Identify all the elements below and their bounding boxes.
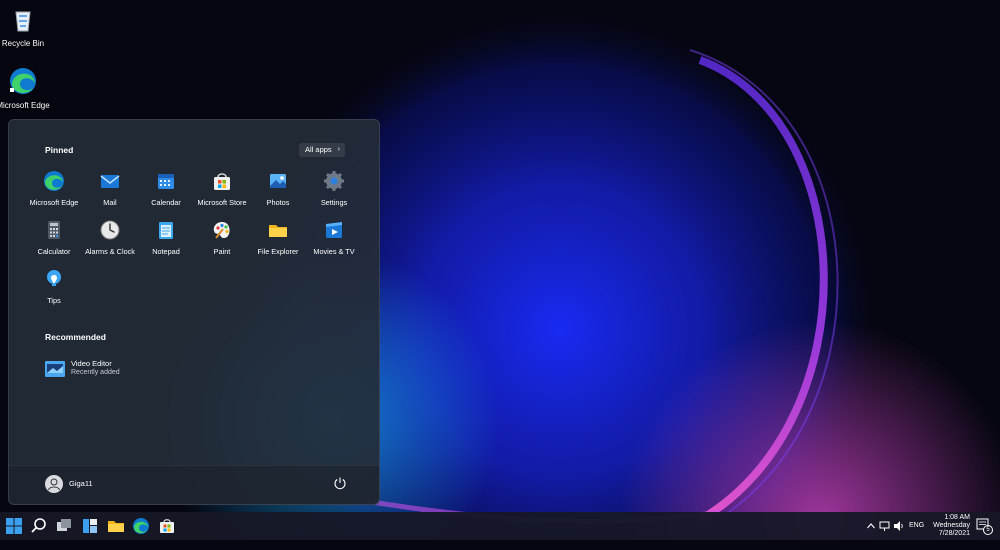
recommended-item-title: Video Editor [71,359,112,368]
avatar[interactable] [45,475,63,493]
pinned-app-label: File Explorer [257,247,299,256]
pinned-app-label: Tips [47,296,61,305]
pinned-app-settings[interactable]: Settings [306,170,362,207]
all-apps-label: All apps [305,145,332,154]
clock-time: 1:08 AM [944,514,970,521]
pinned-app-alarms-clock[interactable]: Alarms & Clock [82,219,138,256]
pinned-app-tips[interactable]: Tips [26,268,82,305]
pinned-app-label: Microsoft Edge [29,198,79,207]
mail-icon [100,175,120,188]
pinned-app-label: Movies & TV [313,247,355,256]
widgets-icon[interactable] [80,516,100,536]
pinned-app-microsoft-store[interactable]: Microsoft Store [194,170,250,207]
taskbar: ENG 1:08 AM Wednesday 7/28/2021 5 [0,512,1000,540]
pinned-app-label: Settings [320,198,348,207]
edge-icon[interactable] [131,516,151,536]
pinned-app-calculator[interactable]: Calculator [26,219,82,256]
pinned-app-file-explorer[interactable]: File Explorer [250,219,306,256]
folder-icon [269,225,287,237]
pinned-app-mail[interactable]: Mail [82,170,138,207]
notification-badge: 5 [983,525,993,535]
video-editor-icon [45,361,65,377]
power-icon[interactable] [333,476,347,490]
edge-icon [10,68,36,94]
network-icon[interactable] [879,520,891,532]
pinned-app-paint[interactable]: Paint [194,219,250,256]
pinned-app-calendar[interactable]: Calendar [138,170,194,207]
pinned-app-photos[interactable]: Photos [250,170,306,207]
user-name[interactable]: Giga11 [69,479,93,488]
clock-date: 7/28/2021 [938,530,970,537]
pinned-app-edge[interactable]: Microsoft Edge [26,170,82,207]
pinned-app-label: Mail [103,198,117,207]
pinned-app-label: Notepad [152,247,180,256]
pinned-title: Pinned [45,145,74,155]
recommended-item-subtitle: Recently added [71,369,120,376]
pinned-app-label: Calculator [37,247,71,256]
pinned-app-notepad[interactable]: Notepad [138,219,194,256]
windows-start-icon[interactable] [4,516,24,536]
pinned-app-label: Alarms & Clock [85,247,135,256]
start-menu-footer: Giga11 [9,465,379,504]
pinned-app-label: Photos [266,198,290,207]
lightbulb-icon [47,270,61,286]
desktop-icon-edge[interactable]: Microsoft Edge [0,66,51,111]
palette-icon [213,222,230,239]
pinned-app-movies-tv[interactable]: Movies & TV [306,219,362,256]
chevron-right-icon: › [337,146,340,153]
desktop-icon-label: Microsoft Edge [0,101,50,110]
notepad-icon [159,222,173,239]
task-view-icon[interactable] [54,516,74,536]
chevron-up-icon[interactable] [866,521,876,531]
notification-center-button[interactable]: 5 [976,518,993,535]
volume-icon[interactable] [893,520,905,532]
desktop-icon-label: Recycle Bin [1,39,45,48]
store-icon[interactable] [157,516,177,536]
start-menu: Pinned All apps › Microsoft Edge Mail Ca… [8,119,380,505]
pinned-app-label: Paint [213,247,231,256]
edge-icon [44,171,64,191]
user-icon [48,478,60,491]
recommended-title: Recommended [45,332,106,342]
calculator-icon [48,221,60,239]
clock-day: Wednesday [933,522,970,529]
recycle-bin-icon [15,11,31,32]
play-icon [326,222,342,238]
gear-icon [324,171,344,191]
pinned-app-label: Microsoft Store [197,198,247,207]
pinned-app-label: Calendar [151,198,181,207]
desktop-icon-recycle-bin[interactable]: Recycle Bin [0,4,51,49]
calendar-icon [158,174,174,189]
search-icon[interactable] [29,516,49,536]
all-apps-button[interactable]: All apps › [299,143,345,157]
clock-icon [100,220,120,240]
folder-icon[interactable] [106,516,126,536]
store-icon [214,173,230,190]
photos-icon [270,174,286,188]
taskbar-clock[interactable]: 1:08 AM Wednesday 7/28/2021 [926,514,970,538]
language-indicator[interactable]: ENG [909,522,924,550]
